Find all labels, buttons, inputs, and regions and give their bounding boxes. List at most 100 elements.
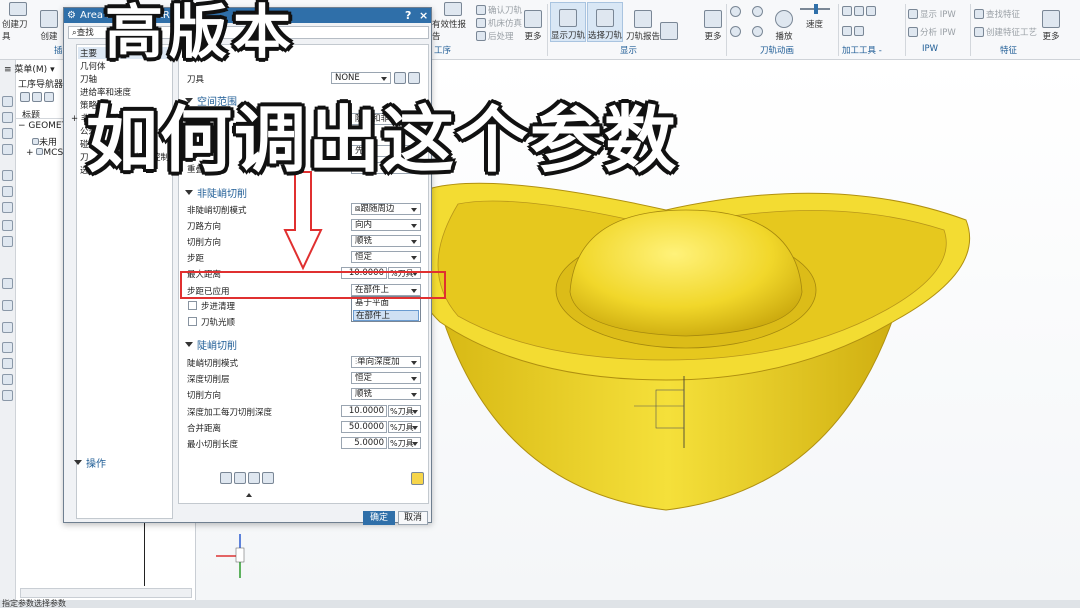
more-icon (704, 10, 722, 28)
globe-icon[interactable] (2, 300, 13, 311)
show-toolpath-button[interactable]: 显示刀轨 (550, 2, 586, 42)
constraint-icon[interactable] (2, 128, 13, 139)
verify-icon[interactable] (248, 472, 260, 484)
find-feature-button[interactable]: 查找特征 (974, 8, 1020, 20)
options-icon[interactable] (411, 472, 424, 485)
roles-icon[interactable] (2, 278, 13, 289)
option-on-plane[interactable]: 基于平面 (353, 298, 419, 309)
speed-track (800, 4, 830, 14)
smooth-toolpath-label: 刀轨光顺 (201, 318, 236, 328)
dome (569, 209, 803, 337)
view-icon[interactable] (32, 92, 42, 102)
merge-distance-unit-select[interactable]: %刀具 (388, 421, 421, 433)
play-button[interactable]: 播放 (773, 2, 795, 42)
tools-icon[interactable] (2, 374, 13, 385)
find-icon (974, 9, 984, 19)
merge-distance-input[interactable]: 50.0000 (341, 421, 387, 433)
verify-toolpath-button[interactable]: 确认刀轨 (476, 4, 522, 16)
create-button[interactable]: 创建 (38, 2, 60, 42)
feature-icon (974, 27, 984, 37)
reuse-library-icon[interactable] (2, 186, 13, 197)
show-ipw-button[interactable]: 显示 IPW (908, 8, 956, 20)
cancel-button[interactable]: 取消 (398, 511, 428, 525)
more-button-3[interactable]: 更多 (1040, 2, 1062, 42)
non-steep-mode-select[interactable]: ⧈跟随周边 (351, 203, 421, 215)
operation-navigator-icon[interactable] (2, 144, 13, 155)
chart-icon[interactable] (2, 342, 13, 353)
separator (905, 4, 906, 56)
cut-direction-select[interactable]: 顺铣 (351, 235, 421, 247)
select-path-icon (596, 9, 614, 27)
option-on-part[interactable]: 在部件上 (353, 310, 419, 321)
ribbon-tab-left[interactable]: 插 (54, 44, 63, 58)
postprocess-button[interactable]: 后处理 (476, 30, 514, 42)
expand-icon[interactable] (246, 493, 252, 497)
view-icon[interactable] (44, 92, 54, 102)
assembly-icon[interactable] (2, 112, 13, 123)
palette-icon[interactable] (2, 236, 13, 247)
tool-new-icon[interactable] (408, 72, 420, 84)
path-direction-label: 刀路方向 (187, 222, 222, 232)
separator (726, 4, 727, 56)
history-icon[interactable] (2, 202, 13, 213)
help-button[interactable]: ? (405, 8, 411, 23)
clock-icon[interactable] (2, 322, 13, 333)
operation-section[interactable]: 操作 (74, 455, 106, 470)
non-steep-section[interactable]: 非陡峭切削 (185, 185, 247, 200)
more-button-1[interactable]: 更多 (522, 2, 544, 42)
tool-option-1[interactable] (842, 6, 876, 16)
tool-option-2[interactable] (842, 26, 864, 36)
steep-section[interactable]: 陡峭切削 (185, 337, 237, 352)
tool-edit-icon[interactable] (394, 72, 406, 84)
tree-node-geometry[interactable]: − GEOMET (18, 121, 67, 131)
navigator-toolbar (20, 92, 54, 102)
speed-thumb[interactable] (814, 4, 818, 14)
create-feature-process-button[interactable]: 创建特征工艺 (974, 26, 1037, 38)
report-icon (634, 10, 652, 28)
machine-tool-icon[interactable] (2, 170, 13, 181)
tree-node-unused[interactable]: 未用 (32, 135, 57, 148)
toolpath-report-button[interactable]: 刀轨报告 (625, 2, 661, 42)
overlay-caption-line2: 如何调出这个参数 (86, 97, 679, 182)
column-header-title[interactable]: 标题 (22, 108, 40, 121)
web-browser-icon[interactable] (2, 220, 13, 231)
speed-slider[interactable] (800, 4, 834, 14)
ok-button[interactable]: 确定 (363, 511, 395, 525)
select-toolpath-button[interactable]: 选择刀轨 (587, 2, 623, 42)
menu-button[interactable]: ≡ 菜单(M) ▾ (4, 62, 55, 75)
tree-node-mcs[interactable]: + MCS (26, 148, 63, 158)
horizontal-scrollbar[interactable] (20, 588, 192, 598)
view-icon[interactable] (20, 92, 30, 102)
first-frame-button[interactable] (730, 26, 741, 37)
path-direction-select[interactable]: 向内 (351, 219, 421, 231)
close-button[interactable]: × (419, 8, 428, 23)
generate-icon[interactable] (220, 472, 232, 484)
smooth-toolpath-checkbox[interactable] (188, 317, 197, 326)
more-button-2[interactable]: 更多 (702, 2, 724, 42)
min-cut-length-input[interactable]: 5.0000 (341, 437, 387, 449)
validity-report-button[interactable]: 有效性报告 (432, 2, 474, 42)
steep-cut-direction-select[interactable]: 顺铣 (351, 388, 421, 400)
analyze-ipw-button[interactable]: 分析 IPW (908, 26, 956, 38)
stepover-select[interactable]: 恒定 (351, 251, 421, 263)
machine-sim-button[interactable]: 机床仿真 (476, 17, 522, 29)
rewind-button[interactable] (730, 6, 741, 17)
page-geometry[interactable]: 几何体 (80, 60, 106, 72)
steep-mode-select[interactable]: ⫶单向深度加 (351, 356, 421, 368)
part-navigator-icon[interactable] (2, 96, 13, 107)
list-icon[interactable] (2, 390, 13, 401)
depth-layer-select[interactable]: 恒定 (351, 372, 421, 384)
replay-icon[interactable] (234, 472, 246, 484)
tool-select[interactable]: NONE (331, 72, 391, 84)
display-option-button[interactable] (660, 2, 678, 42)
step-back-button[interactable] (752, 6, 763, 17)
last-frame-button[interactable] (752, 26, 763, 37)
settings-icon[interactable] (2, 358, 13, 369)
min-cut-length-unit-select[interactable]: %刀具 (388, 437, 421, 449)
depth-per-cut-unit-select[interactable]: %刀具 (388, 405, 421, 417)
list-icon[interactable] (262, 472, 274, 484)
depth-per-cut-input[interactable]: 10.0000 (341, 405, 387, 417)
page-tool-axis[interactable]: 刀轴 (80, 73, 97, 85)
stepover-cleanup-checkbox[interactable] (188, 301, 197, 310)
create-tool-button[interactable]: 创建刀具 (2, 2, 34, 42)
